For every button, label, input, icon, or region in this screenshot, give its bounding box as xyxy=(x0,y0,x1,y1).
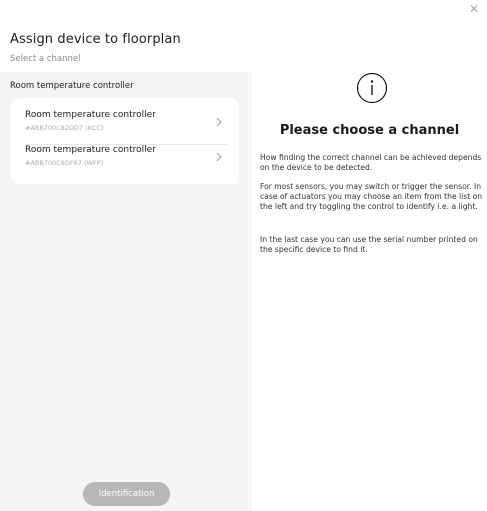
channel-item-name: Room temperature controller xyxy=(25,145,156,155)
identification-button[interactable]: Identification xyxy=(83,482,170,506)
dialog-title: Assign device to floorplan xyxy=(10,32,181,47)
channel-list: Room temperature controller #ABB700C82DD… xyxy=(11,98,239,184)
info-paragraph: In the last case you can use the serial … xyxy=(260,235,478,254)
channel-item-wfp[interactable]: Room temperature controller #ABB700C8DF6… xyxy=(25,145,227,179)
channel-item-id: #ABB700C82DD7 (KCC) xyxy=(25,124,104,132)
channel-item-name: Room temperature controller xyxy=(25,110,156,120)
chevron-right-icon xyxy=(216,152,222,162)
device-group-label: Room temperature controller xyxy=(10,81,134,91)
info-heading: Please choose a channel xyxy=(279,123,460,138)
channel-item-id: #ABB700C8DF67 (WFP) xyxy=(25,159,104,167)
channel-list-panel: Room temperature controller Room tempera… xyxy=(0,72,249,511)
channel-item-kcc[interactable]: Room temperature controller #ABB700C82DD… xyxy=(25,110,227,145)
info-paragraph: How finding the correct channel can be a… xyxy=(260,153,482,172)
dialog-subtitle: Select a channel xyxy=(10,54,81,64)
close-icon[interactable]: ✕ xyxy=(467,2,481,16)
info-panel: Please choose a channel How finding the … xyxy=(250,72,487,511)
chevron-right-icon xyxy=(216,117,222,127)
info-icon xyxy=(356,72,388,104)
info-paragraph: For most sensors, you may switch or trig… xyxy=(260,182,483,211)
assign-device-dialog: ✕ Assign device to floorplan Select a ch… xyxy=(0,0,487,511)
